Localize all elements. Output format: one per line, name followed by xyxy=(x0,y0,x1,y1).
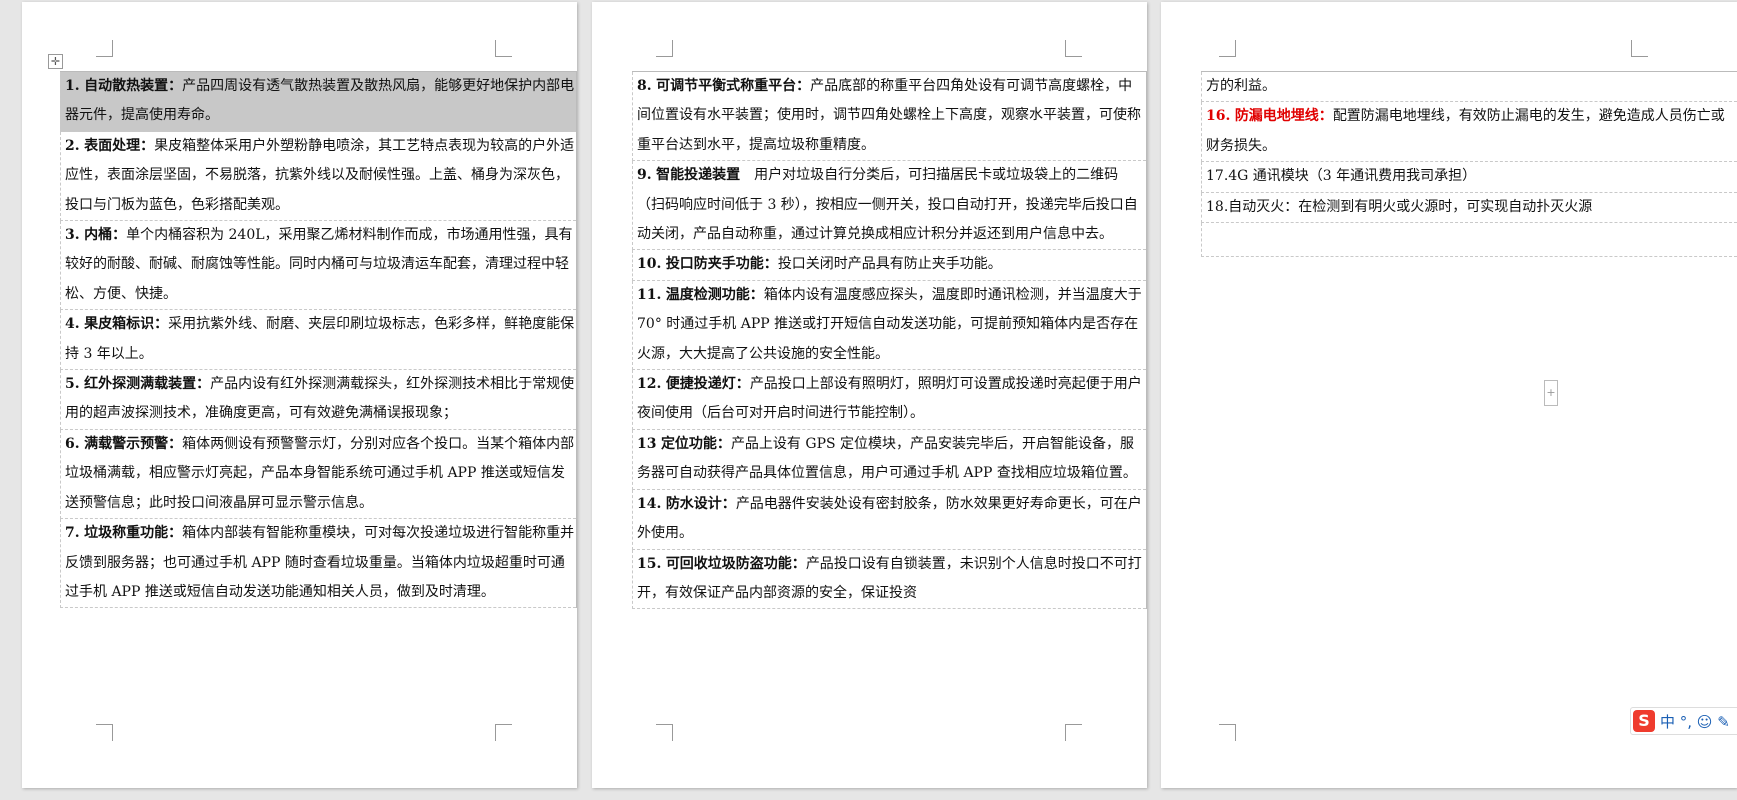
crop-mark xyxy=(1631,40,1648,57)
feature-title: 防漏电地埋线： xyxy=(1234,108,1333,125)
crop-mark xyxy=(495,724,512,741)
feature-number: 2. xyxy=(65,137,80,154)
feature-title: 红外探测满载装置： xyxy=(84,376,211,393)
feature-title: 满载警示预警： xyxy=(84,435,183,452)
ime-status[interactable]: 中 °, ☺ ✎ xyxy=(1660,711,1730,732)
feature-number: 5. xyxy=(65,376,80,393)
ime-toolbar[interactable]: S 中 °, ☺ ✎ xyxy=(1630,707,1737,735)
feature-number: 13 xyxy=(637,435,657,452)
feature-title: 便捷投递灯： xyxy=(665,376,750,393)
feature-title: 温度检测功能： xyxy=(665,286,764,303)
feature-number: 8. xyxy=(637,78,652,94)
feature-title: 自动散热装置： xyxy=(84,78,183,94)
feature-number: 6. xyxy=(65,435,80,452)
feature-title: 内桶： xyxy=(84,227,127,244)
ime-logo-icon: S xyxy=(1633,710,1655,732)
feature-description: 18.自动灭火：在检测到有明火或火源时，可实现自动扑灭火源 xyxy=(1206,198,1593,215)
crop-mark xyxy=(96,724,113,741)
table-row[interactable]: 14. 防水设计：产品电器件安装处设有密封胶条，防水效果更好寿命更长，可在户外使… xyxy=(632,489,1146,550)
feature-number: 11. xyxy=(637,286,662,303)
feature-description: 方的利益。 xyxy=(1206,78,1276,94)
feature-title: 智能投递装置 xyxy=(656,167,741,184)
crop-mark xyxy=(495,40,512,57)
feature-number: 10. xyxy=(637,256,662,273)
crop-mark xyxy=(96,40,113,57)
crop-mark xyxy=(1065,724,1082,741)
expand-handle-icon[interactable]: + xyxy=(1544,380,1558,406)
feature-title: 垃圾称重功能： xyxy=(84,525,183,542)
feature-table: 方的利益。 16. 防漏电地埋线：配置防漏电地埋线，有效防止漏电的发生，避免造成人… xyxy=(1201,71,1737,258)
table-row[interactable]: 4. 果皮箱标识：采用抗紫外线、耐磨、夹层印刷垃圾标志，色彩多样，鲜艳度能保持 … xyxy=(60,310,576,371)
table-row[interactable]: 5. 红外探测满载装置：产品内设有红外探测满载探头，红外探测技术相比于常规使用的… xyxy=(60,370,576,430)
feature-number: 14. xyxy=(637,495,662,512)
feature-number: 9. xyxy=(637,167,652,184)
table-row[interactable]: 10. 投口防夹手功能：投口关闭时产品具有防止夹手功能。 xyxy=(632,250,1146,281)
feature-title: 投口防夹手功能： xyxy=(665,256,778,273)
table-row[interactable] xyxy=(1201,223,1737,258)
feature-title: 可调节平衡式称重平台： xyxy=(656,78,811,94)
table-row[interactable]: 3. 内桶：单个内桶容积为 240L，采用聚乙烯材料制作而成，市场通用性强，具有… xyxy=(60,221,576,311)
feature-number: 16. xyxy=(1206,108,1231,125)
feature-title: 果皮箱标识： xyxy=(84,316,169,333)
feature-title: 可回收垃圾防盗功能： xyxy=(665,555,806,572)
crop-mark xyxy=(656,724,673,741)
table-move-handle-icon[interactable]: ✛ xyxy=(48,54,63,69)
table-row[interactable]: 8. 可调节平衡式称重平台：产品底部的称重平台四角处设有可调节高度螺栓，中间位置… xyxy=(632,72,1146,162)
feature-number: 15. xyxy=(637,555,662,572)
feature-title: 定位功能： xyxy=(660,435,731,452)
table-row[interactable]: 13 定位功能：产品上设有 GPS 定位模块，产品安装完毕后，开启智能设备，服务… xyxy=(632,429,1146,490)
table-row[interactable]: 9. 智能投递装置 用户对垃圾自行分类后，可扫描居民卡或垃圾袋上的二维码（扫码响… xyxy=(632,161,1146,251)
table-row[interactable]: 7. 垃圾称重功能：箱体内部装有智能称重模块，可对每次投递垃圾进行智能称重并反馈… xyxy=(60,519,576,609)
document-page-2: 8. 可调节平衡式称重平台：产品底部的称重平台四角处设有可调节高度螺栓，中间位置… xyxy=(592,2,1147,788)
feature-table: 8. 可调节平衡式称重平台：产品底部的称重平台四角处设有可调节高度螺栓，中间位置… xyxy=(632,71,1147,610)
crop-mark xyxy=(1219,40,1236,57)
feature-title: 防水设计： xyxy=(665,495,736,512)
feature-number: 1. xyxy=(65,78,80,94)
table-row[interactable]: 方的利益。 xyxy=(1201,72,1737,103)
feature-number: 12. xyxy=(637,376,662,393)
table-row[interactable]: 15. 可回收垃圾防盗功能：产品投口设有自锁装置，未识别个人信息时投口不可打开，… xyxy=(632,549,1146,610)
table-row[interactable]: 18.自动灭火：在检测到有明火或火源时，可实现自动扑灭火源 xyxy=(1201,192,1737,224)
table-row[interactable]: 2. 表面处理：果皮箱整体采用户外塑粉静电喷涂，其工艺特点表现为较高的户外适应性… xyxy=(60,131,576,222)
crop-mark xyxy=(1219,724,1236,741)
table-row[interactable]: 1. 自动散热装置：产品四周设有透气散热装置及散热风扇，能够更好地保护内部电器元… xyxy=(60,72,576,132)
feature-number: 4. xyxy=(65,316,80,333)
feature-description: 投口关闭时产品具有防止夹手功能。 xyxy=(777,256,1002,273)
feature-number: 7. xyxy=(65,525,80,542)
crop-mark xyxy=(656,40,673,57)
feature-number: 3. xyxy=(65,227,80,244)
table-row[interactable]: 11. 温度检测功能：箱体内设有温度感应探头，温度即时通讯检测，并当温度大于 7… xyxy=(632,280,1146,371)
feature-title: 表面处理： xyxy=(84,137,155,154)
document-page-1: 1. 自动散热装置：产品四周设有透气散热装置及散热风扇，能够更好地保护内部电器元… xyxy=(22,2,577,788)
feature-description: 17.4G 通讯模块（3 年通讯费用我司承担） xyxy=(1206,168,1477,185)
document-page-3: 方的利益。 16. 防漏电地埋线：配置防漏电地埋线，有效防止漏电的发生，避免造成人… xyxy=(1161,2,1737,788)
feature-description: 单个内桶容积为 240L，采用聚乙烯材料制作而成，市场通用性强，具有较好的耐酸、… xyxy=(65,227,573,302)
feature-table: 1. 自动散热装置：产品四周设有透气散热装置及散热风扇，能够更好地保护内部电器元… xyxy=(60,71,577,609)
table-row[interactable]: 17.4G 通讯模块（3 年通讯费用我司承担） xyxy=(1201,162,1737,193)
table-row[interactable]: 12. 便捷投递灯：产品投口上部设有照明灯，照明灯可设置成投递时亮起便于用户夜间… xyxy=(632,370,1146,430)
table-row[interactable]: 16. 防漏电地埋线：配置防漏电地埋线，有效防止漏电的发生，避免造成人员伤亡或财… xyxy=(1201,102,1737,163)
crop-mark xyxy=(1065,40,1082,57)
table-row[interactable]: 6. 满载警示预警：箱体两侧设有预警警示灯，分别对应各个投口。当某个箱体内部垃圾… xyxy=(60,429,576,520)
